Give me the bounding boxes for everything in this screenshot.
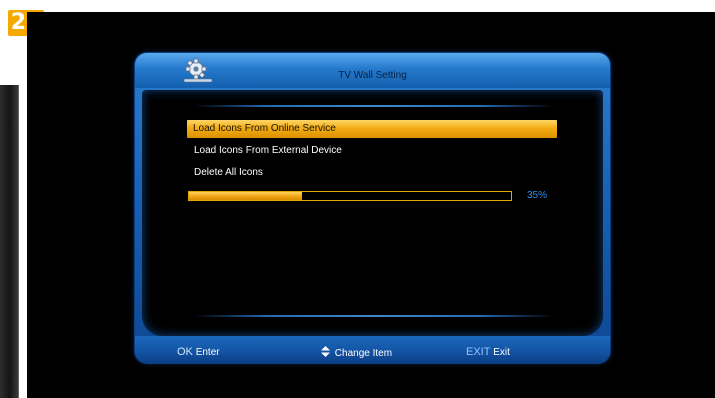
change-item-label: Change Item [334,348,393,359]
tv-screen: TV Wall Setting Load Icons From Online S… [27,12,715,398]
bottom-divider [194,315,554,317]
footer-change-hint: Change Item [321,346,392,359]
progress-bar [188,191,512,201]
content-area: Load Icons From Online Service Load Icon… [142,90,603,336]
footer-hint-bar: OK Enter Change Item EXIT Exit [135,336,610,363]
menu-item-load-online[interactable]: Load Icons From Online Service [187,120,557,138]
tv-wall-setting-window: TV Wall Setting Load Icons From Online S… [135,53,610,363]
side-device-edge [0,85,19,398]
progress-percent: 35% [527,190,548,201]
footer-ok-hint: OK Enter [177,346,220,358]
title-bar: TV Wall Setting [135,53,610,88]
top-divider [194,105,554,107]
exit-action-label: Exit [493,347,510,358]
ok-key-label: OK [177,346,193,358]
progress-fill [189,192,302,200]
exit-key-label: EXIT [466,346,491,358]
ok-action-label: Enter [195,347,220,358]
window-title: TV Wall Setting [338,70,407,81]
menu-item-load-external[interactable]: Load Icons From External Device [188,142,556,160]
up-down-arrow-icon [321,346,330,357]
footer-exit-hint: EXIT Exit [466,346,510,358]
menu-item-delete-all[interactable]: Delete All Icons [188,164,556,182]
